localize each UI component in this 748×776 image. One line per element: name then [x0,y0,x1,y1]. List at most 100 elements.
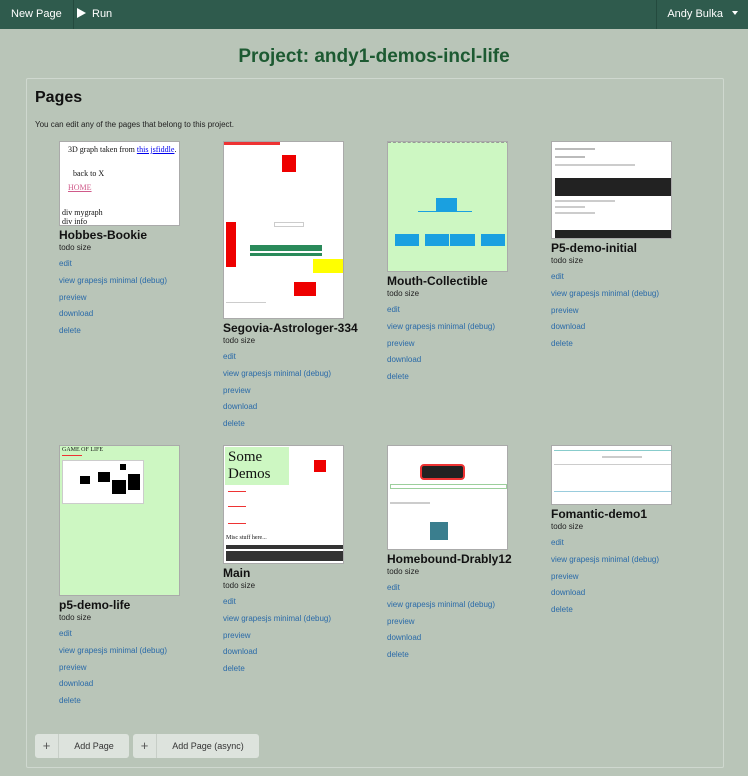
edit-link[interactable]: edit [223,352,383,362]
delete-link[interactable]: delete [223,419,383,429]
debug-link[interactable]: view grapesjs minimal (debug) [551,555,711,565]
thumb-text: div mygraph [62,208,103,217]
page-card-p5-demo-life: GAME OF LIFE p5-demo-life todo size edit… [59,445,219,713]
page-title: Fomantic-demo1 [551,507,648,521]
thumb-block [250,245,322,251]
download-link[interactable]: download [551,588,711,598]
debug-link[interactable]: view grapesjs minimal (debug) [223,614,383,624]
download-link[interactable]: download [387,633,547,643]
add-page-async-button[interactable]: + Add Page (async) [133,734,259,758]
add-page-button[interactable]: + Add Page [35,734,129,758]
thumb-block [555,212,595,214]
thumb-block [390,484,507,489]
page-size: todo size [551,256,584,265]
thumb-block [555,178,671,196]
edit-link[interactable]: edit [59,259,219,269]
thumb-block [80,476,90,484]
download-link[interactable]: download [59,309,219,319]
page-thumbnail[interactable]: GAME OF LIFE [59,445,180,596]
download-link[interactable]: download [387,355,547,365]
plus-icon: + [133,734,157,758]
thumb-block [425,234,449,246]
page-thumbnail[interactable] [387,445,508,550]
delete-link[interactable]: delete [59,326,219,336]
edit-link[interactable]: edit [223,597,383,607]
debug-link[interactable]: view grapesjs minimal (debug) [59,646,219,656]
debug-link[interactable]: view grapesjs minimal (debug) [387,322,547,332]
edit-link[interactable]: edit [59,629,219,639]
page-thumbnail[interactable]: 3D graph taken from this jsfiddle. back … [59,141,180,226]
preview-link[interactable]: preview [59,293,219,303]
edit-link[interactable]: edit [551,272,711,282]
preview-link[interactable]: preview [551,306,711,316]
thumb-block [555,148,595,150]
thumb-block [282,155,296,172]
page-thumbnail[interactable] [551,445,672,505]
thumb-block [554,450,671,451]
thumb-block [555,164,635,166]
delete-link[interactable]: delete [59,696,219,706]
debug-link[interactable]: view grapesjs minimal (debug) [551,289,711,299]
page-thumbnail[interactable] [551,141,672,239]
thumb-block [226,222,236,267]
thumb-block [226,545,343,549]
thumb-block [555,206,585,208]
page-size: todo size [551,522,584,531]
pages-description: You can edit any of the pages that belon… [35,120,234,129]
play-icon [77,8,86,18]
download-link[interactable]: download [59,679,219,689]
page-title: Mouth-Collectible [387,274,488,288]
delete-link[interactable]: delete [551,605,711,615]
delete-link[interactable]: delete [387,650,547,660]
preview-link[interactable]: preview [223,386,383,396]
thumb-block [226,551,343,561]
user-menu[interactable]: Andy Bulka [656,0,748,29]
run-label: Run [92,8,113,20]
preview-link[interactable]: preview [387,339,547,349]
preview-link[interactable]: preview [59,663,219,673]
add-page-async-label: Add Page (async) [172,741,244,751]
page-title: Homebound-Drably12 [387,552,512,566]
thumb-block [388,142,507,143]
page-title: p5-demo-life [59,598,131,612]
edit-link[interactable]: edit [387,583,547,593]
run-nav-button[interactable]: Run [65,0,122,29]
page-card-hobbes-bookie: 3D graph taken from this jsfiddle. back … [59,141,219,343]
preview-link[interactable]: preview [551,572,711,582]
debug-link[interactable]: view grapesjs minimal (debug) [387,600,547,610]
edit-link[interactable]: edit [551,538,711,548]
delete-link[interactable]: delete [387,372,547,382]
thumb-text: back to X [73,169,105,178]
page-thumbnail[interactable]: Some Demos Misc stuff here... [223,445,344,564]
preview-link[interactable]: preview [387,617,547,627]
user-name: Andy Bulka [667,8,723,20]
page-title: Hobbes-Bookie [59,228,148,242]
download-link[interactable]: download [551,322,711,332]
thumb-text: 3D graph taken from [68,145,135,154]
thumb-block [274,222,304,227]
edit-link[interactable]: edit [387,305,547,315]
thumb-block [420,464,465,480]
page-thumbnail[interactable] [223,141,344,319]
preview-link[interactable]: preview [223,631,383,641]
page-card-homebound-drably: Homebound-Drably12 todo size edit view g… [387,445,547,667]
delete-link[interactable]: delete [223,664,383,674]
thumb-block [294,282,316,296]
thumb-block [250,253,322,256]
download-link[interactable]: download [223,402,383,412]
debug-link[interactable]: view grapesjs minimal (debug) [223,369,383,379]
page-title: Main [223,566,251,580]
download-link[interactable]: download [223,647,383,657]
page-size: todo size [223,581,256,590]
thumb-block [554,464,671,465]
delete-link[interactable]: delete [551,339,711,349]
thumb-block [555,156,585,158]
debug-link[interactable]: view grapesjs minimal (debug) [59,276,219,286]
page-thumbnail[interactable] [387,141,508,272]
page-size: todo size [59,243,92,252]
new-page-nav-button[interactable]: New Page [0,0,74,29]
thumb-block [555,200,615,202]
thumb-block [228,523,246,524]
page-title: Segovia-Astrologer-334 [223,321,358,335]
page-size: todo size [223,336,256,345]
